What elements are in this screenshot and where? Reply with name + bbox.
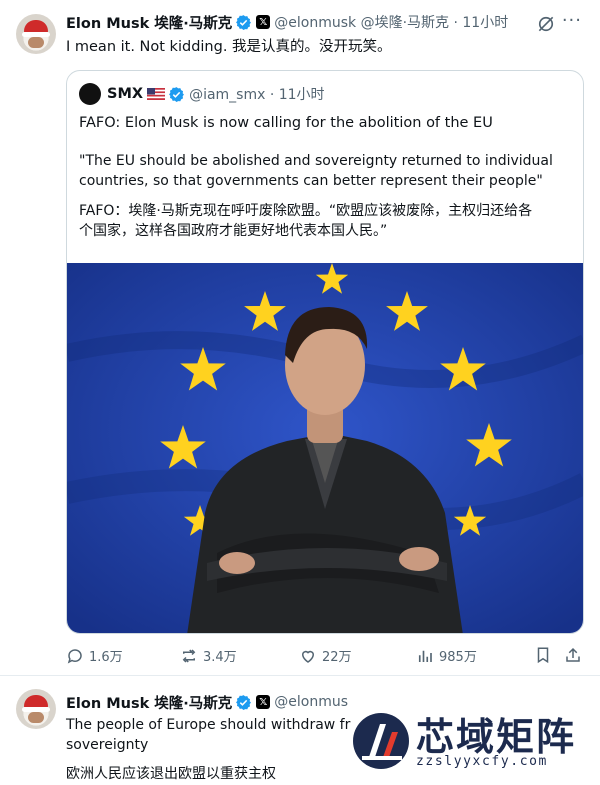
quote-header: SMX @iam_smx · 11小时 [79, 83, 325, 105]
like-icon [301, 650, 315, 663]
verified-icon [236, 14, 252, 30]
watermark: 芯域矩阵 zzslyyxcfy.com [352, 706, 598, 776]
repost-icon [182, 648, 196, 663]
repost-count: 3.4万 [203, 650, 237, 665]
quote-text-line: FAFO: Elon Musk is now calling for the a… [79, 115, 493, 131]
author-handle-time[interactable]: @elonmusk @埃隆·马斯克 · 11小时 [274, 12, 508, 32]
x-badge-icon: 𝕏 [256, 15, 271, 29]
quoted-tweet[interactable]: SMX @iam_smx · 11小时 FAFO: Elon Musk is n… [66, 70, 584, 634]
views-button[interactable]: 985万 [416, 646, 477, 665]
quote-text-line: FAFO：埃隆·马斯克现在呼吁废除欧盟。“欧盟应该被废除，主权归还给各 [79, 203, 533, 219]
verified-icon [169, 86, 184, 102]
like-button[interactable]: 22万 [299, 646, 352, 665]
avatar[interactable] [16, 14, 56, 54]
tweet-text-line: The people of Europe should withdraw fr [66, 717, 351, 733]
reply-button[interactable]: 1.6万 [66, 646, 123, 665]
bookmark-icon [537, 647, 549, 664]
author-handle[interactable]: @elonmus [274, 694, 348, 710]
tweet-text-cn: 欧洲人民应该退出欧盟以重获主权 [66, 766, 276, 782]
grok-icon[interactable] [536, 14, 556, 34]
watermark-logo-icon [353, 713, 409, 769]
quote-text-line: 个国家，这样各国政府才能更好地代表本国人民。” [79, 223, 388, 239]
quote-handle-time[interactable]: @iam_smx · 11小时 [189, 84, 325, 104]
verified-icon [236, 694, 252, 710]
action-bar: 1.6万 3.4万 22万 985万 [66, 646, 586, 666]
bookmark-button[interactable] [534, 646, 557, 664]
views-icon [418, 650, 432, 662]
x-badge-icon: 𝕏 [256, 695, 271, 709]
quote-avatar[interactable] [79, 83, 101, 105]
watermark-url: zzslyyxcfy.com [416, 754, 548, 769]
tweet[interactable]: Elon Musk 埃隆·马斯克 𝕏 @elonmusk @埃隆·马斯克 · 1… [0, 0, 600, 676]
us-flag-icon [147, 88, 166, 100]
author-name[interactable]: Elon Musk 埃隆·马斯克 [66, 692, 232, 713]
share-icon [566, 647, 580, 662]
views-count: 985万 [439, 650, 477, 665]
share-button[interactable] [564, 646, 587, 664]
watermark-brand: 芯域矩阵 [416, 715, 577, 759]
quote-text-line: countries, so that governments can bette… [79, 173, 543, 189]
tweet-text: I mean it. Not kidding. 我是认真的。没开玩笑。 [66, 39, 392, 55]
author-name[interactable]: Elon Musk 埃隆·马斯克 [66, 12, 232, 33]
reply-icon [67, 648, 82, 663]
tweet-header: Elon Musk 埃隆·马斯克 𝕏 @elonmusk @埃隆·马斯克 · 1… [66, 12, 508, 32]
more-icon[interactable]: ··· [562, 10, 582, 31]
quote-text-line: "The EU should be abolished and sovereig… [79, 153, 553, 169]
repost-button[interactable]: 3.4万 [180, 646, 237, 665]
reply-count: 1.6万 [89, 650, 123, 665]
tweet-header: Elon Musk 埃隆·马斯克 𝕏 @elonmus [66, 692, 348, 712]
tweet-text-line: sovereignty [66, 737, 149, 753]
like-count: 22万 [322, 650, 352, 665]
quote-image[interactable] [67, 263, 584, 634]
quote-author-name[interactable]: SMX [107, 86, 143, 102]
avatar[interactable] [16, 689, 56, 729]
